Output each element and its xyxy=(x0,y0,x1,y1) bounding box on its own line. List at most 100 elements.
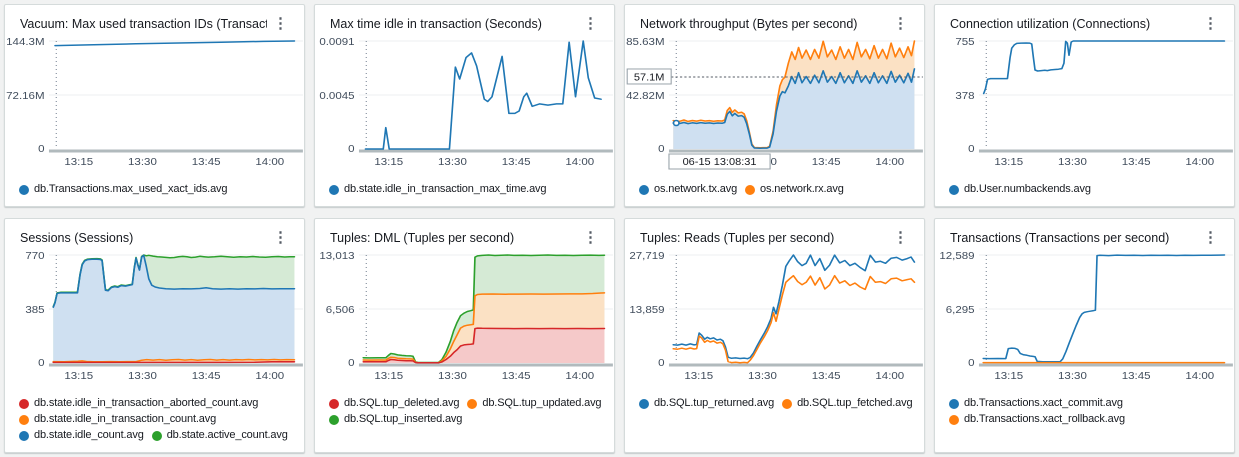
chart-panel-sessions: Sessions (Sessions) ⋮ 770385013:1513:301… xyxy=(4,218,305,453)
legend: db.state.idle_in_transaction_aborted_cou… xyxy=(5,395,304,452)
legend-label: db.state.idle_in_transaction_aborted_cou… xyxy=(34,397,258,410)
legend-color-swatch xyxy=(782,399,792,409)
svg-text:14:00: 14:00 xyxy=(1185,370,1214,381)
legend-color-swatch xyxy=(19,431,29,441)
svg-text:13:30: 13:30 xyxy=(1058,370,1087,381)
svg-text:755: 755 xyxy=(955,36,974,47)
panel-title: Network throughput (Bytes per second) xyxy=(640,15,857,33)
chart-panel-tuples-dml: Tuples: DML (Tuples per second) ⋮ 13,013… xyxy=(314,218,615,453)
legend-item[interactable]: db.state.idle_in_transaction_max_time.av… xyxy=(329,183,546,196)
chart-canvas[interactable]: 0.00910.0045013:1513:3013:4514:00 xyxy=(315,35,614,181)
svg-text:14:00: 14:00 xyxy=(565,156,594,167)
legend: db.Transactions.xact_commit.avg db.Transa… xyxy=(935,395,1234,436)
legend-color-swatch xyxy=(639,399,649,409)
panel-title: Sessions (Sessions) xyxy=(20,229,133,247)
svg-text:13:15: 13:15 xyxy=(684,370,713,381)
legend-label: os.network.rx.avg xyxy=(760,183,844,196)
legend-item[interactable]: db.state.idle_count.avg xyxy=(19,429,144,442)
legend-label: db.Transactions.xact_commit.avg xyxy=(964,397,1123,410)
chart-canvas[interactable]: 770385013:1513:3013:4514:00 xyxy=(5,249,304,395)
legend-label: db.state.idle_in_transaction_max_time.av… xyxy=(344,183,546,196)
panel-title: Transactions (Transactions per second) xyxy=(950,229,1169,247)
chart-canvas[interactable]: 85.63M42.82M013:1513:3013:4514:0057.1M06… xyxy=(625,35,924,181)
panel-title: Vacuum: Max used transaction IDs (Transa… xyxy=(20,15,267,33)
chart-panel-network-throughput: Network throughput (Bytes per second) ⋮ … xyxy=(624,4,925,207)
svg-text:06-15 13:08:31: 06-15 13:08:31 xyxy=(683,156,757,167)
legend: db.SQL.tup_deleted.avg db.SQL.tup_updated… xyxy=(315,395,614,436)
legend-color-swatch xyxy=(949,415,959,425)
kebab-menu-icon: ⋮ xyxy=(893,15,908,32)
chart-canvas[interactable]: 12,5896,295013:1513:3013:4514:00 xyxy=(935,249,1234,395)
chart-canvas[interactable]: 13,0136,506013:1513:3013:4514:00 xyxy=(315,249,614,395)
legend-item[interactable]: db.User.numbackends.avg xyxy=(949,183,1091,196)
kebab-menu-button[interactable]: ⋮ xyxy=(887,15,914,33)
legend-item[interactable]: db.state.active_count.avg xyxy=(152,429,288,442)
svg-text:0: 0 xyxy=(658,357,664,368)
legend-item[interactable]: db.Transactions.max_used_xact_ids.avg xyxy=(19,183,227,196)
svg-text:0: 0 xyxy=(658,143,664,154)
kebab-menu-icon: ⋮ xyxy=(273,229,288,246)
svg-text:13:45: 13:45 xyxy=(192,156,221,167)
legend-label: db.SQL.tup_updated.avg xyxy=(482,397,601,410)
chart-canvas[interactable]: 144.3M72.16M013:1513:3013:4514:00 xyxy=(5,35,304,181)
svg-text:57.1M: 57.1M xyxy=(634,72,665,83)
kebab-menu-button[interactable]: ⋮ xyxy=(577,229,604,247)
legend-item[interactable]: os.network.rx.avg xyxy=(745,183,844,196)
kebab-menu-button[interactable]: ⋮ xyxy=(1197,15,1224,33)
legend-label: db.state.idle_in_transaction_count.avg xyxy=(34,413,216,426)
legend-item[interactable]: db.SQL.tup_updated.avg xyxy=(467,397,601,410)
svg-text:13:30: 13:30 xyxy=(128,156,157,167)
chart-canvas[interactable]: 755378013:1513:3013:4514:00 xyxy=(935,35,1234,181)
chart-panel-max-idle-time: Max time idle in transaction (Seconds) ⋮… xyxy=(314,4,615,207)
legend-color-swatch xyxy=(949,185,959,195)
kebab-menu-icon: ⋮ xyxy=(1203,15,1218,32)
svg-text:0: 0 xyxy=(348,357,354,368)
svg-text:13:30: 13:30 xyxy=(438,370,467,381)
panel-title: Tuples: DML (Tuples per second) xyxy=(330,229,514,247)
chart-panel-vacuum: Vacuum: Max used transaction IDs (Transa… xyxy=(4,4,305,207)
dashboard-grid: Vacuum: Max used transaction IDs (Transa… xyxy=(0,0,1239,457)
legend-label: db.state.active_count.avg xyxy=(167,429,288,442)
legend-item[interactable]: db.SQL.tup_fetched.avg xyxy=(782,397,912,410)
kebab-menu-button[interactable]: ⋮ xyxy=(267,15,294,33)
kebab-menu-button[interactable]: ⋮ xyxy=(1197,229,1224,247)
legend-item[interactable]: db.state.idle_in_transaction_aborted_cou… xyxy=(19,397,258,410)
kebab-menu-icon: ⋮ xyxy=(583,229,598,246)
svg-text:13:15: 13:15 xyxy=(64,156,93,167)
legend-color-swatch xyxy=(745,185,755,195)
legend-label: db.Transactions.max_used_xact_ids.avg xyxy=(34,183,227,196)
svg-text:13,859: 13,859 xyxy=(629,304,664,315)
legend-color-swatch xyxy=(329,185,339,195)
svg-text:13:45: 13:45 xyxy=(192,370,221,381)
kebab-menu-button[interactable]: ⋮ xyxy=(887,229,914,247)
svg-text:85.63M: 85.63M xyxy=(626,36,664,47)
legend-item[interactable]: db.SQL.tup_deleted.avg xyxy=(329,397,459,410)
legend-item[interactable]: db.Transactions.xact_commit.avg xyxy=(949,397,1123,410)
legend-item[interactable]: db.Transactions.xact_rollback.avg xyxy=(949,413,1125,426)
svg-text:13:15: 13:15 xyxy=(374,156,403,167)
svg-text:13:45: 13:45 xyxy=(1122,370,1151,381)
kebab-menu-icon: ⋮ xyxy=(583,15,598,32)
svg-text:0: 0 xyxy=(38,357,44,368)
legend: db.User.numbackends.avg xyxy=(935,181,1234,206)
legend-item[interactable]: db.SQL.tup_returned.avg xyxy=(639,397,774,410)
kebab-menu-button[interactable]: ⋮ xyxy=(267,229,294,247)
kebab-menu-icon: ⋮ xyxy=(1203,229,1218,246)
kebab-menu-button[interactable]: ⋮ xyxy=(577,15,604,33)
chart-panel-tuples-reads: Tuples: Reads (Tuples per second) ⋮ 27,7… xyxy=(624,218,925,453)
svg-text:42.82M: 42.82M xyxy=(626,90,664,101)
chart-canvas[interactable]: 27,71913,859013:1513:3013:4514:00 xyxy=(625,249,924,395)
svg-text:13:30: 13:30 xyxy=(438,156,467,167)
svg-text:12,589: 12,589 xyxy=(939,250,974,261)
legend-color-swatch xyxy=(329,399,339,409)
svg-text:0.0045: 0.0045 xyxy=(319,90,354,101)
legend-item[interactable]: os.network.tx.avg xyxy=(639,183,737,196)
chart-panel-connection-utilization: Connection utilization (Connections) ⋮ 7… xyxy=(934,4,1235,207)
legend: db.Transactions.max_used_xact_ids.avg xyxy=(5,181,304,206)
legend-item[interactable]: db.SQL.tup_inserted.avg xyxy=(329,413,462,426)
svg-text:13:30: 13:30 xyxy=(748,370,777,381)
svg-text:6,506: 6,506 xyxy=(326,304,355,315)
legend-item[interactable]: db.state.idle_in_transaction_count.avg xyxy=(19,413,216,426)
svg-text:385: 385 xyxy=(25,304,44,315)
svg-text:13:45: 13:45 xyxy=(812,370,841,381)
